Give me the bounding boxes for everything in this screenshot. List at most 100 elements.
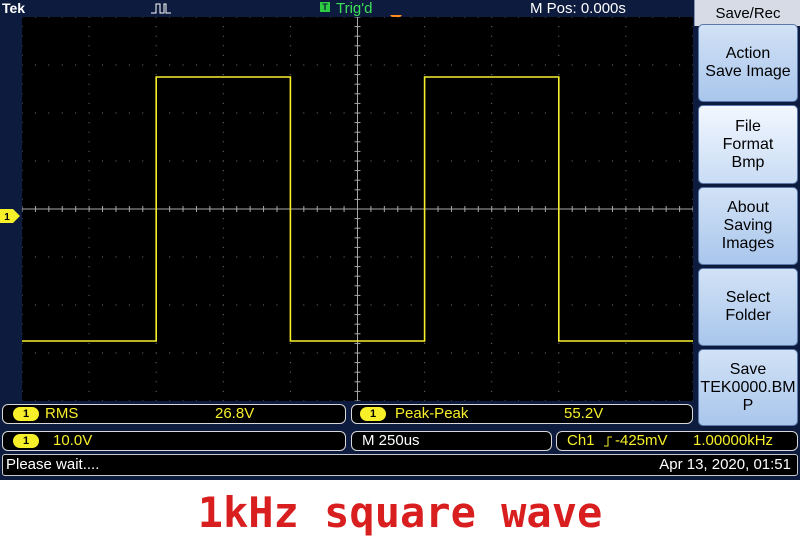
grid-dot [625,256,627,258]
grid-dot [75,304,77,306]
grid-dot [692,285,694,287]
grid-dot [491,333,493,335]
grid-dot [222,218,224,220]
grid-dot [115,400,117,402]
grid-dot [21,141,23,143]
grid-dot [625,16,627,18]
horizontal-position: M Pos: 0.000s [530,0,626,17]
grid-dot [169,112,171,114]
caption: 1kHz square wave [197,488,603,537]
timebase-readout[interactable]: M 250us [351,431,552,451]
grid-dot [21,198,23,200]
grid-dot [262,352,265,354]
grid-dot [128,352,130,354]
grid-dot [544,64,546,66]
grid-dot [21,362,23,364]
grid-dot [276,256,278,258]
grid-dot [303,400,305,402]
grid-dot [625,275,627,277]
grid-dot [88,170,90,172]
grid-dot [517,400,520,402]
grid-dot [222,16,224,18]
grid-dot [692,294,694,296]
action-save-image-button[interactable]: Action Save Image [698,24,798,102]
grid-dot [289,16,291,18]
grid-dot [625,64,627,66]
grid-dot [424,35,426,37]
about-saving-images-button[interactable]: About Saving Images [698,187,798,265]
grid-dot [330,112,332,114]
grid-dot [343,304,345,306]
grid-dot [75,64,77,66]
grid-dot [491,323,493,325]
grid-dot [652,400,654,402]
save-file-button[interactable]: Save TEK0000.BM P [698,349,798,426]
grid-dot [437,400,439,402]
grid-dot [652,64,654,66]
grid-dot [692,83,694,85]
grid-dot [491,198,493,200]
grid-dot [491,275,493,277]
channel-1-ground-marker[interactable]: 1 [0,209,20,223]
grid-dot [209,64,211,66]
grid-dot [491,45,493,47]
grid-dot [21,160,23,162]
grid-dot [491,400,493,402]
channel-badge: 1 [13,434,39,448]
grid-dot [316,160,318,162]
grid-dot [88,342,90,344]
grid-dot [491,294,493,296]
grid-dot [665,400,667,402]
grid-dot [410,304,412,306]
grid-dot [477,352,479,354]
grid-dot [692,237,694,239]
grid-dot [477,256,479,258]
grid-dot [450,256,453,258]
file-format-button[interactable]: File Format Bmp [698,105,798,184]
grid-dot [21,102,23,104]
grid-dot [249,64,251,66]
grid-dot [289,74,291,76]
grid-dot [169,400,171,402]
measurement-rms[interactable]: 1 RMS 26.8V [2,404,346,424]
grid-dot [115,16,117,18]
grid-dot [303,256,305,258]
measurement-name: RMS [45,405,79,422]
vertical-scale-readout[interactable]: 1 10.0V [2,431,346,451]
grid-dot [21,352,23,354]
grid-dot [222,294,224,296]
grid-dot [155,64,157,66]
grid-dot [678,400,681,402]
grid-dot [88,266,90,268]
grid-dot [571,64,573,66]
grid-dot [491,35,493,37]
grid-dot [598,16,600,18]
grid-dot [598,160,600,162]
grid-dot [182,112,184,114]
side-menu: Save/Rec Action Save Image File Format B… [694,0,800,426]
grid-dot [88,198,90,200]
trigger-readout[interactable]: Ch1 -425mV 1.00000kHz [556,431,798,451]
timebase: M 250us [362,432,420,449]
select-folder-button[interactable]: Select Folder [698,268,798,346]
grid-dot [692,390,694,392]
grid-dot [517,160,520,162]
grid-dot [410,256,412,258]
grid-dot [531,400,533,402]
grid-dot [692,218,694,220]
grid-dot [504,352,506,354]
grid-dot [692,304,694,306]
grid-dot [370,256,372,258]
grid-dot [383,352,385,354]
measurement-peak-peak[interactable]: 1 Peak-Peak 55.2V [351,404,693,424]
grid-dot [48,256,50,258]
grid-dot [115,352,117,354]
grid-dot [491,93,493,95]
grid-dot [21,227,23,229]
channel-badge: 1 [13,407,39,421]
grid-dot [424,362,426,364]
grid-dot [128,16,130,18]
grid-dot [75,16,77,18]
grid-dot [370,16,372,18]
grid-dot [21,35,23,37]
